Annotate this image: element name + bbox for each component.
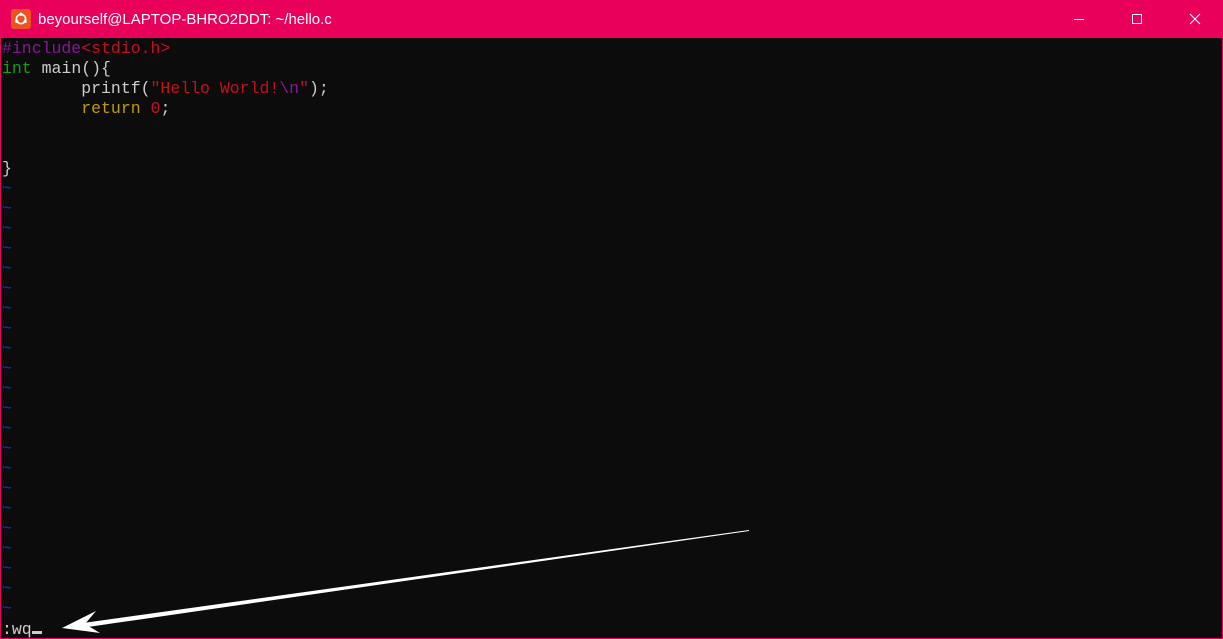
empty-line-marker: ~: [2, 239, 12, 258]
empty-line-marker: ~: [2, 459, 12, 478]
preprocessor-directive: #include: [2, 39, 82, 58]
empty-line-marker: ~: [2, 479, 12, 498]
code-line-2: int main(){: [2, 59, 111, 79]
statement-end: );: [308, 79, 329, 98]
empty-line-marker: ~: [2, 499, 12, 518]
empty-line-marker: ~: [2, 299, 12, 318]
empty-line-marker: ~: [2, 279, 12, 298]
command-text: :wq: [2, 620, 32, 639]
escape-sequence: \n: [279, 79, 300, 98]
maximize-icon: [1132, 14, 1142, 24]
code-line-4: return 0;: [2, 99, 170, 119]
include-header: <stdio.h>: [81, 39, 171, 58]
empty-line-marker: ~: [2, 179, 12, 198]
empty-line-marker: ~: [2, 559, 12, 578]
close-button[interactable]: [1166, 0, 1222, 38]
return-keyword: return: [81, 99, 141, 118]
empty-line-marker: ~: [2, 419, 12, 438]
empty-line-marker: ~: [2, 439, 12, 458]
string-quote: ": [299, 79, 309, 98]
ubuntu-app-icon: [11, 9, 31, 29]
code-line-3: printf("Hello World!\n");: [2, 79, 329, 99]
statement-end: ;: [160, 99, 171, 118]
empty-line-marker: ~: [2, 339, 12, 358]
minimize-button[interactable]: [1050, 0, 1108, 38]
code-line-1: #include<stdio.h>: [2, 39, 170, 59]
empty-line-marker: ~: [2, 259, 12, 278]
window-title: beyourself@LAPTOP-BHRO2DDT: ~/hello.c: [38, 10, 332, 28]
title-bar[interactable]: beyourself@LAPTOP-BHRO2DDT: ~/hello.c: [1, 0, 1222, 38]
empty-line-marker: ~: [2, 599, 12, 618]
string-literal: "Hello World!: [150, 79, 280, 98]
function-call: printf(: [81, 79, 151, 98]
empty-line-marker: ~: [2, 579, 12, 598]
empty-line-marker: ~: [2, 219, 12, 238]
window-controls: [1050, 0, 1222, 38]
text-cursor: [31, 631, 42, 634]
type-keyword: int: [2, 59, 32, 78]
number-literal: 0: [150, 99, 161, 118]
function-signature: main(){: [31, 59, 111, 78]
empty-line-marker: ~: [2, 399, 12, 418]
empty-line-marker: ~: [2, 319, 12, 338]
vim-editor[interactable]: #include<stdio.h> int main(){ printf("He…: [1, 38, 1201, 639]
maximize-button[interactable]: [1108, 0, 1166, 38]
close-icon: [1189, 13, 1201, 25]
empty-line-marker: ~: [2, 539, 12, 558]
empty-line-marker: ~: [2, 519, 12, 538]
code-line-7: }: [2, 159, 12, 178]
terminal-window: beyourself@LAPTOP-BHRO2DDT: ~/hello.c #i…: [0, 0, 1223, 639]
vertical-scrollbar[interactable]: [1200, 38, 1221, 638]
empty-line-marker: ~: [2, 359, 12, 378]
minimize-icon: [1074, 19, 1084, 20]
empty-line-marker: ~: [2, 199, 12, 218]
empty-line-marker: ~: [2, 379, 12, 398]
command-line[interactable]: :wq: [2, 620, 42, 639]
